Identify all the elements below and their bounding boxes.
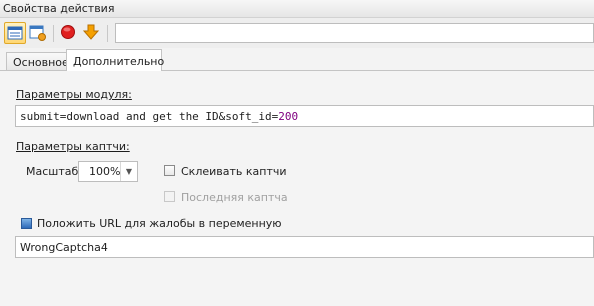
arrow-down-icon bbox=[83, 24, 99, 40]
settings-button[interactable] bbox=[27, 22, 49, 44]
module-params-heading: Параметры модуля: bbox=[16, 88, 132, 101]
window-title: Свойства действия bbox=[3, 2, 115, 15]
scale-combobox[interactable]: 100% ▼ bbox=[78, 161, 138, 182]
scale-label: Масштаб bbox=[26, 165, 79, 178]
module-params-number: 200 bbox=[278, 110, 299, 123]
complaint-url-label: Положить URL для жалобы в переменную bbox=[37, 217, 282, 230]
glue-captcha-label: Склеивать каптчи bbox=[181, 165, 287, 178]
settings-icon bbox=[29, 25, 46, 41]
properties-button[interactable] bbox=[4, 22, 26, 44]
window-titlebar: Свойства действия bbox=[0, 0, 594, 18]
move-down-button[interactable] bbox=[81, 22, 103, 44]
stop-icon bbox=[61, 25, 75, 39]
toolbar-separator-2 bbox=[107, 25, 108, 42]
tab-strip: Основное Дополнительно bbox=[0, 48, 594, 71]
tab-main[interactable]: Основное bbox=[6, 52, 69, 70]
glue-captcha-checkbox[interactable] bbox=[164, 165, 175, 176]
chevron-down-icon[interactable]: ▼ bbox=[120, 162, 137, 181]
module-params-input[interactable]: submit=download and get the ID&soft_id=2… bbox=[15, 105, 594, 127]
stop-button[interactable] bbox=[58, 22, 80, 44]
complaint-url-checkbox[interactable] bbox=[21, 218, 32, 229]
complaint-variable-input[interactable]: WrongCaptcha4 bbox=[15, 236, 594, 258]
toolbar-input[interactable] bbox=[115, 23, 594, 43]
scale-value: 100% bbox=[89, 165, 121, 178]
module-params-text: submit=download and get the ID&soft_id= bbox=[20, 110, 279, 123]
tab-advanced[interactable]: Дополнительно bbox=[66, 49, 164, 71]
last-captcha-label: Последняя каптча bbox=[181, 191, 288, 204]
last-captcha-checkbox[interactable] bbox=[164, 191, 175, 202]
properties-icon bbox=[7, 26, 23, 40]
captcha-params-heading: Параметры каптчи: bbox=[16, 140, 130, 153]
toolbar-separator bbox=[53, 25, 54, 42]
